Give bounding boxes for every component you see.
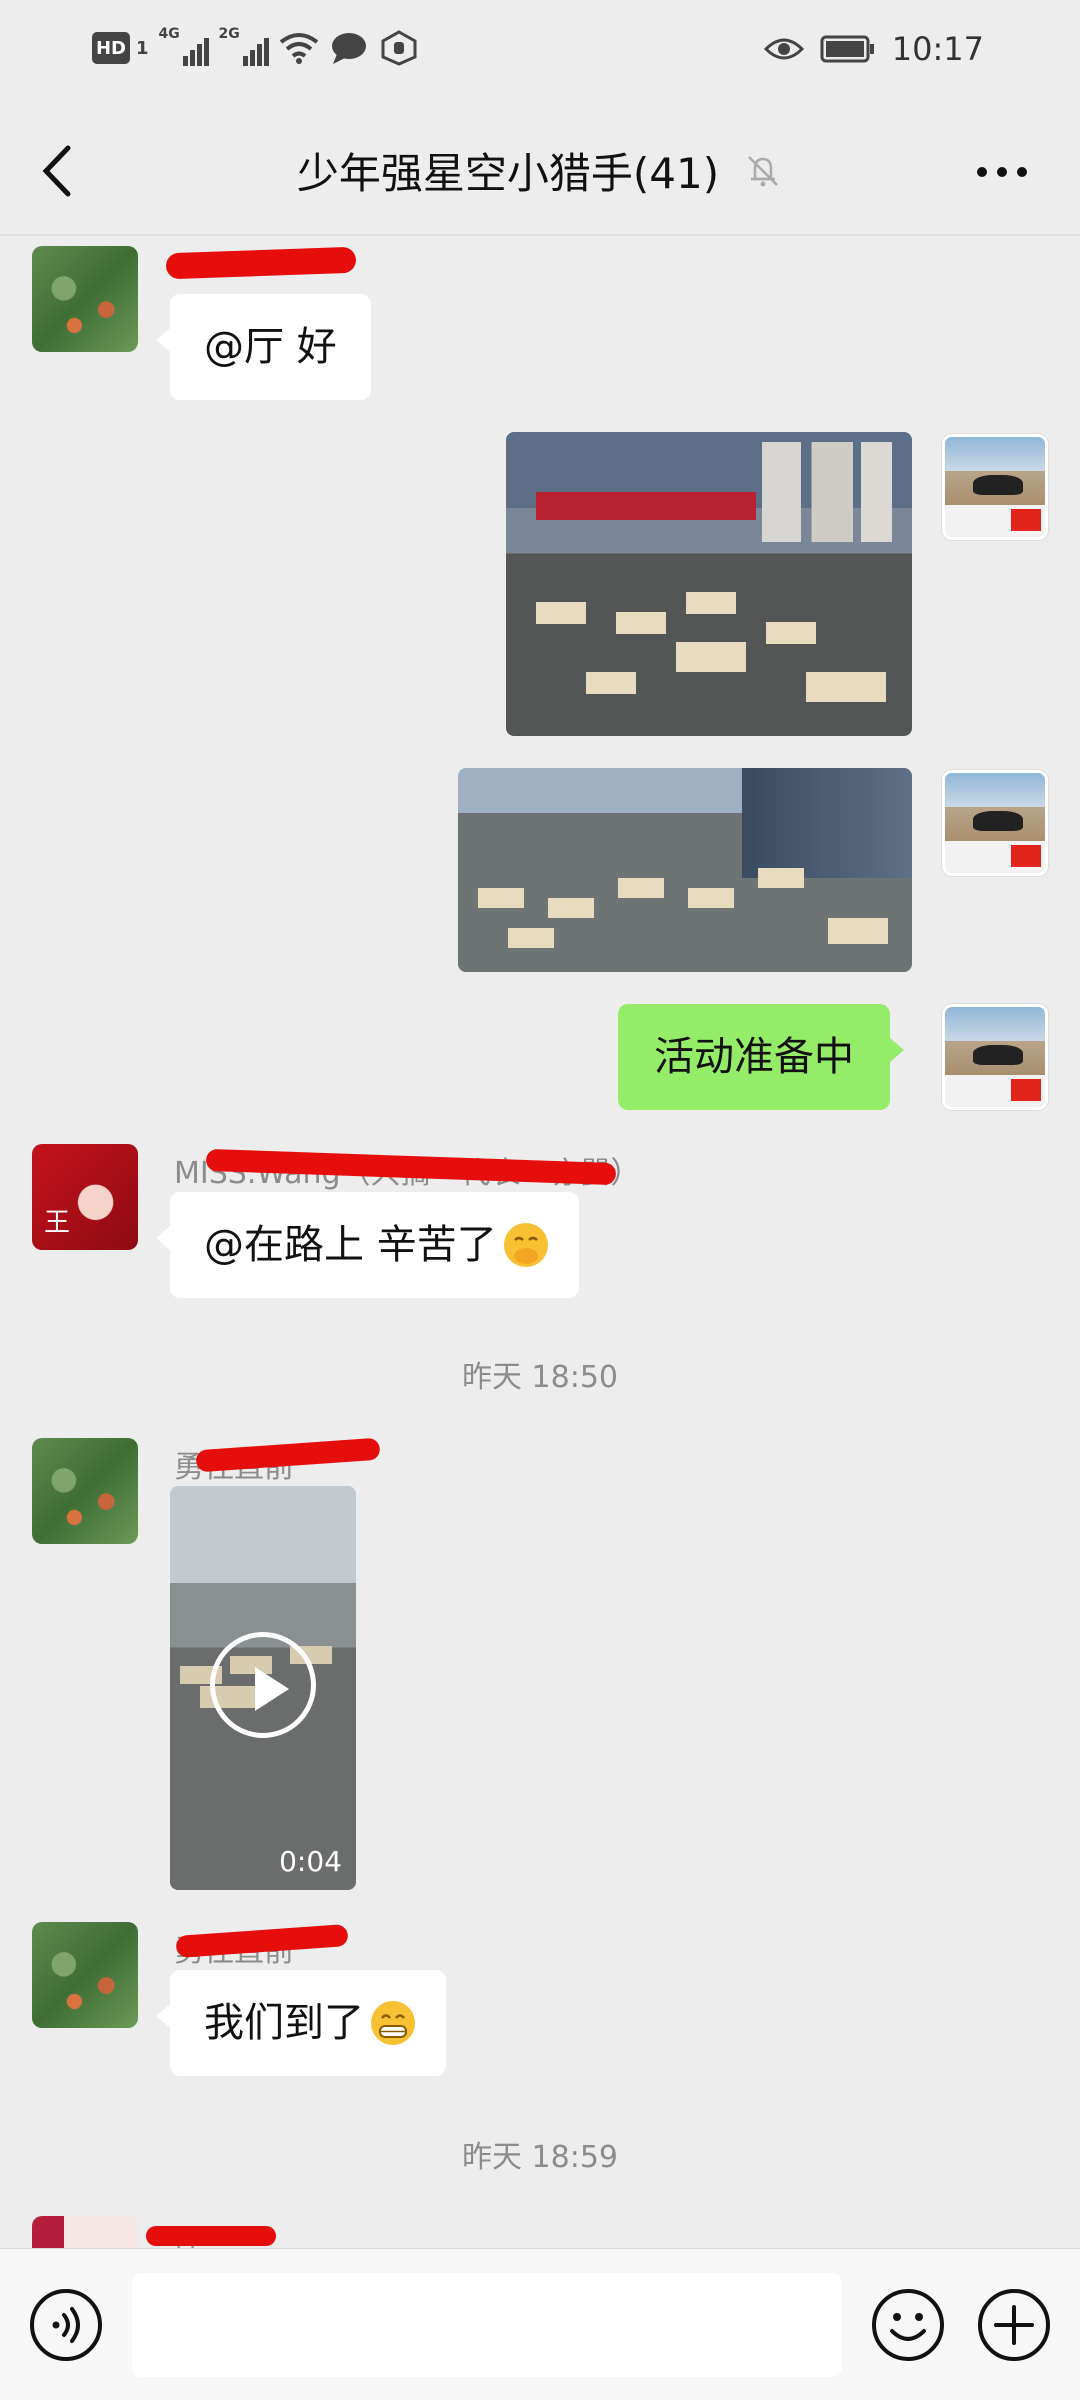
signal-2g-icon: 2G	[219, 26, 269, 66]
message-text: 我们到了	[204, 2000, 364, 2046]
more-horizontal-icon[interactable]	[972, 152, 1032, 192]
group-title: 少年强星空小猎手(41)	[296, 149, 720, 198]
message-bubble[interactable]: 我们到了	[156, 1970, 446, 2076]
play-icon	[255, 1667, 289, 1711]
wifi-icon	[279, 33, 318, 64]
video-duration: 0:04	[279, 1845, 342, 1878]
avatar[interactable]: 王	[32, 1144, 138, 1250]
network-type-label: 2G	[218, 26, 240, 42]
message-bubble[interactable]: @在路上 辛苦了	[156, 1192, 579, 1298]
chat-header: 少年强星空小猎手(41)	[0, 106, 1080, 236]
eye-icon	[763, 38, 804, 60]
avatar[interactable]	[32, 246, 138, 352]
timestamp: 昨天 18:50	[462, 1360, 618, 1395]
message-bubble[interactable]: 活动准备中	[618, 1004, 904, 1110]
status-bar: HD 1 4G 2G 10:17	[0, 0, 1080, 106]
status-right: 10:17	[763, 30, 984, 68]
emoji-grin-icon	[371, 2001, 415, 2045]
message-input[interactable]	[132, 2273, 842, 2377]
avatar[interactable]	[942, 434, 1048, 540]
signal-4g-icon: 4G	[159, 26, 209, 66]
hd-badge: HD	[92, 32, 130, 64]
emoji-hand-over-mouth-icon	[503, 1223, 548, 1267]
voice-icon[interactable]	[28, 2287, 104, 2363]
timestamp: 昨天 18:59	[462, 2140, 618, 2175]
flag-icon	[1011, 509, 1041, 531]
message-text: @在路上 辛苦了	[204, 1222, 497, 1268]
message-bubble[interactable]: @厅 好	[156, 294, 371, 400]
avatar[interactable]	[32, 2216, 138, 2248]
flag-icon	[1011, 845, 1041, 867]
hexagon-hand-icon	[381, 30, 417, 66]
message-icon	[331, 33, 366, 64]
avatar[interactable]	[942, 1004, 1048, 1110]
status-left: HD 1 4G 2G	[92, 26, 419, 66]
header-divider	[0, 234, 1080, 236]
sim-number: 1	[136, 37, 149, 59]
image-message[interactable]	[458, 768, 912, 972]
plus-icon[interactable]	[976, 2287, 1052, 2363]
play-button[interactable]	[210, 1632, 316, 1738]
title-wrap: 少年强星空小猎手(41)	[0, 140, 1080, 201]
redacted-sender-name	[146, 2226, 276, 2246]
image-message[interactable]	[506, 432, 912, 736]
avatar[interactable]	[32, 1438, 138, 1544]
battery-icon	[820, 35, 874, 63]
network-type-label: 4G	[158, 26, 180, 42]
avatar[interactable]	[942, 770, 1048, 876]
emoji-icon[interactable]	[870, 2287, 946, 2363]
video-message[interactable]: 0:04	[170, 1486, 356, 1890]
bell-off-icon	[748, 155, 778, 186]
clock: 10:17	[891, 30, 984, 68]
redacted-sender-name	[165, 246, 357, 280]
flag-icon	[1011, 1079, 1041, 1101]
input-bar	[0, 2248, 1080, 2400]
avatar[interactable]	[32, 1922, 138, 2028]
